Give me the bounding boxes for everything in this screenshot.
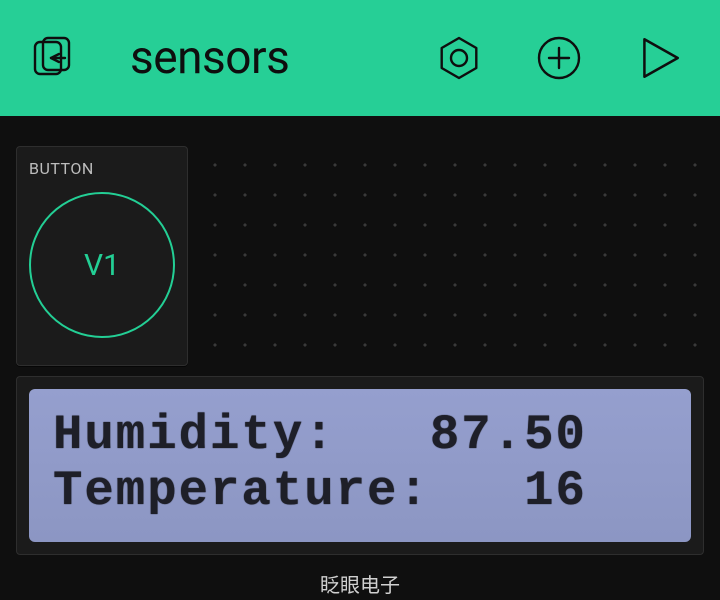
canvas-gap (16, 132, 704, 146)
play-icon[interactable] (630, 29, 688, 87)
widget-button[interactable]: BUTTON V1 (16, 146, 188, 366)
lcd-screen: Humidity: 87.50 Temperature: 16 (29, 389, 691, 542)
footer-brand: 眨眼电子 (0, 569, 720, 598)
back-icon[interactable] (24, 29, 82, 87)
settings-icon[interactable] (430, 29, 488, 87)
lcd-line-2: Temperature: 16 (53, 463, 667, 519)
add-icon[interactable] (530, 29, 588, 87)
canvas-area: BUTTON V1 Humidity: 87.50 Temperature: 1… (0, 116, 720, 600)
header-actions (430, 29, 688, 87)
project-title[interactable]: sensors (130, 31, 406, 85)
lcd-line-1: Humidity: 87.50 (53, 407, 667, 463)
virtual-button[interactable]: V1 (29, 192, 175, 338)
widget-button-label: BUTTON (29, 159, 175, 178)
app-header: sensors (0, 0, 720, 116)
widget-lcd[interactable]: Humidity: 87.50 Temperature: 16 (16, 376, 704, 555)
